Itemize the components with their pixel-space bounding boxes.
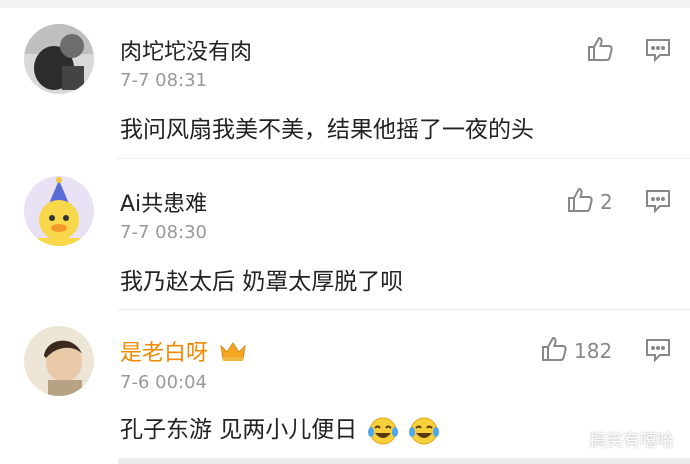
thumbs-up-icon (566, 186, 594, 218)
like-button[interactable] (586, 35, 620, 67)
comment-text: 孔子东游 见两小儿便日 (120, 410, 440, 446)
reply-button[interactable] (645, 338, 671, 366)
username[interactable]: 是老白呀 (120, 341, 208, 366)
comment-bubble-icon (646, 39, 670, 63)
comment-bubble-icon (646, 339, 670, 363)
reply-button[interactable] (645, 38, 671, 66)
comment-time: 7-6 00:04 (120, 372, 207, 393)
comment-item: Ai共患难 7-7 08:30 我乃赵太后 奶罩太厚脱了呗 2 (0, 159, 690, 309)
laughing-crying-emoji-icon (408, 416, 440, 446)
comment-text-content: 孔子东游 见两小儿便日 (120, 417, 358, 443)
username[interactable]: 肉坨坨没有肉 (120, 34, 252, 66)
like-button[interactable]: 2 (566, 186, 613, 218)
laughing-crying-emoji-icon (367, 416, 399, 446)
comment-time: 7-7 08:30 (120, 222, 207, 243)
bottom-separator (118, 458, 690, 464)
avatar[interactable] (24, 24, 94, 94)
comment-text: 我乃赵太后 奶罩太厚脱了呗 (120, 269, 404, 295)
reply-button[interactable] (645, 189, 671, 217)
avatar[interactable] (24, 326, 94, 396)
like-button[interactable]: 182 (540, 335, 612, 367)
comment-time: 7-7 08:31 (120, 70, 207, 91)
watermark: 搞笑有嘻哈 (557, 425, 674, 452)
avatar[interactable] (24, 176, 94, 246)
comment-text: 我问风扇我美不美，结果他摇了一夜的头 (120, 117, 534, 143)
comment-bubble-icon (646, 190, 670, 214)
thumbs-up-icon (540, 335, 568, 367)
comment-item: 肉坨坨没有肉 7-7 08:31 我问风扇我美不美，结果他摇了一夜的头 (0, 0, 690, 158)
username-vip[interactable]: 是老白呀 (120, 335, 247, 368)
username[interactable]: Ai共患难 (120, 186, 207, 218)
watermark-text: 搞笑有嘻哈 (589, 431, 674, 451)
thumbs-up-icon (586, 35, 614, 67)
wechat-logo-icon (557, 425, 583, 452)
like-count: 182 (574, 339, 613, 363)
vip-crown-icon (219, 340, 247, 368)
like-count: 2 (600, 190, 613, 214)
